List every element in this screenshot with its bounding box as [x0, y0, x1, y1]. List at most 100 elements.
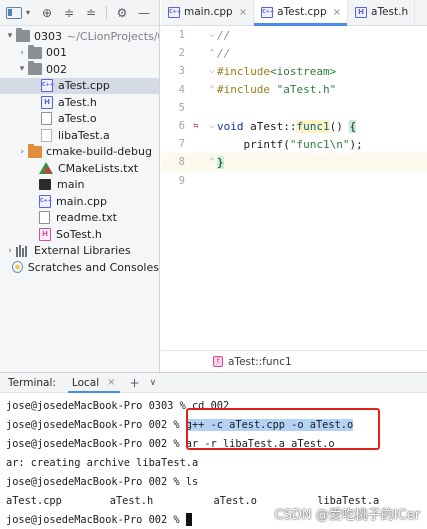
- collapse-all-icon[interactable]: ≐: [84, 6, 98, 20]
- ls-entry: aTest.cpp: [6, 494, 62, 507]
- tree-item-libatest-a[interactable]: libaTest.a: [0, 127, 159, 144]
- folder-icon: [16, 28, 30, 43]
- editor-tab-bar: C++ main.cpp × C++ aTest.cpp × H aTest.h: [161, 0, 427, 26]
- tree-item-sotest-h[interactable]: H SoTest.h: [0, 226, 159, 243]
- tree-item-atest-h[interactable]: H aTest.h: [0, 94, 159, 111]
- navigate-declaration-icon[interactable]: ⇆: [185, 121, 207, 131]
- watermark: CSDN @爱吃桃子的ICer: [274, 508, 420, 523]
- code-params: (): [329, 119, 350, 133]
- close-icon[interactable]: ×: [239, 7, 247, 18]
- tab-label: main.cpp: [184, 6, 233, 18]
- annotation-highlight-box: [186, 408, 380, 450]
- fold-icon[interactable]: ⌵: [207, 30, 217, 40]
- tree-item-label: readme.txt: [56, 211, 117, 225]
- tree-item-atest-cpp[interactable]: C++ aTest.cpp: [0, 77, 159, 94]
- locate-icon[interactable]: ⊕: [40, 6, 54, 20]
- gear-icon[interactable]: ⚙: [115, 6, 129, 20]
- code-text: //: [217, 46, 231, 60]
- tree-item-label: aTest.h: [58, 95, 97, 109]
- tree-item-scratches[interactable]: Scratches and Consoles: [0, 259, 159, 276]
- tree-item-external-libraries[interactable]: › External Libraries: [0, 243, 159, 260]
- folder-icon: [28, 143, 42, 158]
- chevron-down-icon[interactable]: ▾: [16, 64, 28, 74]
- fold-icon[interactable]: ⌵: [207, 66, 217, 76]
- tree-item-label: CMakeLists.txt: [58, 161, 139, 175]
- code-text: #include<iostream>: [217, 65, 336, 78]
- tree-item-main-cpp[interactable]: C++ main.cpp: [0, 193, 159, 210]
- tree-item-main[interactable]: main: [0, 177, 159, 194]
- code-line: 7 printf("func1\n");: [161, 135, 427, 153]
- library-icon: [16, 244, 28, 257]
- tree-item-002[interactable]: ▾ 002: [0, 61, 159, 78]
- fold-icon[interactable]: ⌃: [207, 157, 217, 167]
- output: ar: creating archive libaTest.a: [6, 456, 199, 469]
- breadcrumb: f aTest::func1: [161, 350, 427, 372]
- tab-main-cpp[interactable]: C++ main.cpp ×: [161, 0, 255, 25]
- chevron-down-icon[interactable]: ▾: [4, 31, 16, 41]
- prompt: jose@josedeMacBook-Pro 002 %: [6, 475, 186, 488]
- project-tree: ▾ 0303 ~/CLionProjects/0 › 001 ▾ 002 C++…: [0, 26, 159, 276]
- tab-label: aTest.cpp: [277, 6, 327, 18]
- prompt: jose@josedeMacBook-Pro 0303 %: [6, 399, 192, 412]
- tree-item-readme[interactable]: readme.txt: [0, 210, 159, 227]
- fold-icon[interactable]: ⌃: [207, 85, 217, 95]
- header-file-icon: H: [39, 227, 51, 241]
- code-editor[interactable]: 1 ⌵ // 2 ⌃ // 3 ⌵ #include<iostream> 4 ⌃…: [161, 26, 427, 350]
- close-icon[interactable]: ×: [107, 377, 115, 388]
- tree-item-label: cmake-build-debug: [46, 145, 152, 159]
- minimize-icon[interactable]: —: [137, 6, 151, 20]
- code-line: 2 ⌃ //: [161, 44, 427, 62]
- code-call-end: );: [349, 137, 363, 151]
- line-number: 6: [178, 120, 185, 133]
- chevron-right-icon[interactable]: ›: [16, 147, 28, 157]
- fold-icon[interactable]: ⌵: [207, 121, 217, 131]
- header-file-icon: H: [355, 6, 368, 18]
- command: ls: [185, 475, 199, 488]
- tree-item-cmake-build-debug[interactable]: › cmake-build-debug: [0, 143, 159, 161]
- tab-atest-h[interactable]: H aTest.h: [348, 0, 416, 25]
- chevron-right-icon[interactable]: ›: [16, 48, 28, 58]
- close-icon[interactable]: ×: [333, 7, 341, 18]
- fold-icon[interactable]: ⌃: [207, 48, 217, 58]
- line-number: 8: [178, 156, 185, 169]
- tree-item-label: 002: [46, 62, 67, 76]
- code-line: 9: [161, 172, 427, 190]
- tree-item-label: aTest.o: [58, 112, 97, 126]
- line-number: 4: [178, 83, 185, 96]
- code-header: "aTest.h": [276, 83, 337, 97]
- chevron-down-icon[interactable]: ∨: [150, 378, 157, 388]
- ls-entry: aTest.h: [109, 494, 154, 507]
- add-terminal-button[interactable]: +: [130, 376, 140, 390]
- expand-all-icon[interactable]: ≑: [62, 6, 76, 20]
- tree-item-root[interactable]: ▾ 0303 ~/CLionProjects/0: [0, 28, 159, 45]
- project-tool-window: ▾ ⊕ ≑ ≐ ⚙ — ▾ 0303 ~/CLionProjects/0 › 0…: [0, 0, 160, 372]
- code-text: void aTest::func1() {: [217, 119, 357, 133]
- toolbar-divider: [106, 5, 107, 20]
- breadcrumb-item[interactable]: aTest::func1: [228, 356, 292, 368]
- project-view-icon[interactable]: [6, 6, 22, 19]
- code-text: printf("func1\n");: [217, 138, 363, 151]
- code-directive: #include: [217, 64, 270, 78]
- tree-item-cmakelists[interactable]: CMakeLists.txt: [0, 160, 159, 177]
- tree-item-atest-o[interactable]: aTest.o: [0, 111, 159, 128]
- folder-icon: [28, 44, 42, 59]
- executable-file-icon: [39, 179, 51, 191]
- archive-file-icon: [41, 128, 52, 142]
- tree-item-001[interactable]: › 001: [0, 44, 159, 62]
- tab-atest-cpp[interactable]: C++ aTest.cpp ×: [254, 0, 349, 26]
- chevron-down-icon[interactable]: ▾: [24, 6, 32, 20]
- cpp-file-icon: C++: [261, 6, 274, 18]
- code-keyword: void: [217, 119, 244, 133]
- chevron-right-icon[interactable]: ›: [4, 246, 16, 256]
- tree-item-label: main.cpp: [56, 194, 107, 208]
- terminal-line: ar: creating archive libaTest.a: [6, 453, 421, 472]
- code-class: aTest::: [250, 119, 297, 133]
- line-number: 2: [178, 47, 185, 60]
- code-call: printf(: [243, 137, 290, 151]
- tree-item-label: 0303: [34, 29, 62, 43]
- prompt: jose@josedeMacBook-Pro 002 %: [6, 513, 186, 526]
- terminal-tab-local[interactable]: Local ×: [67, 373, 120, 393]
- line-number: 1: [178, 29, 185, 42]
- tree-item-label: 001: [46, 46, 67, 60]
- code-line: 4 ⌃ #include "aTest.h": [161, 81, 427, 99]
